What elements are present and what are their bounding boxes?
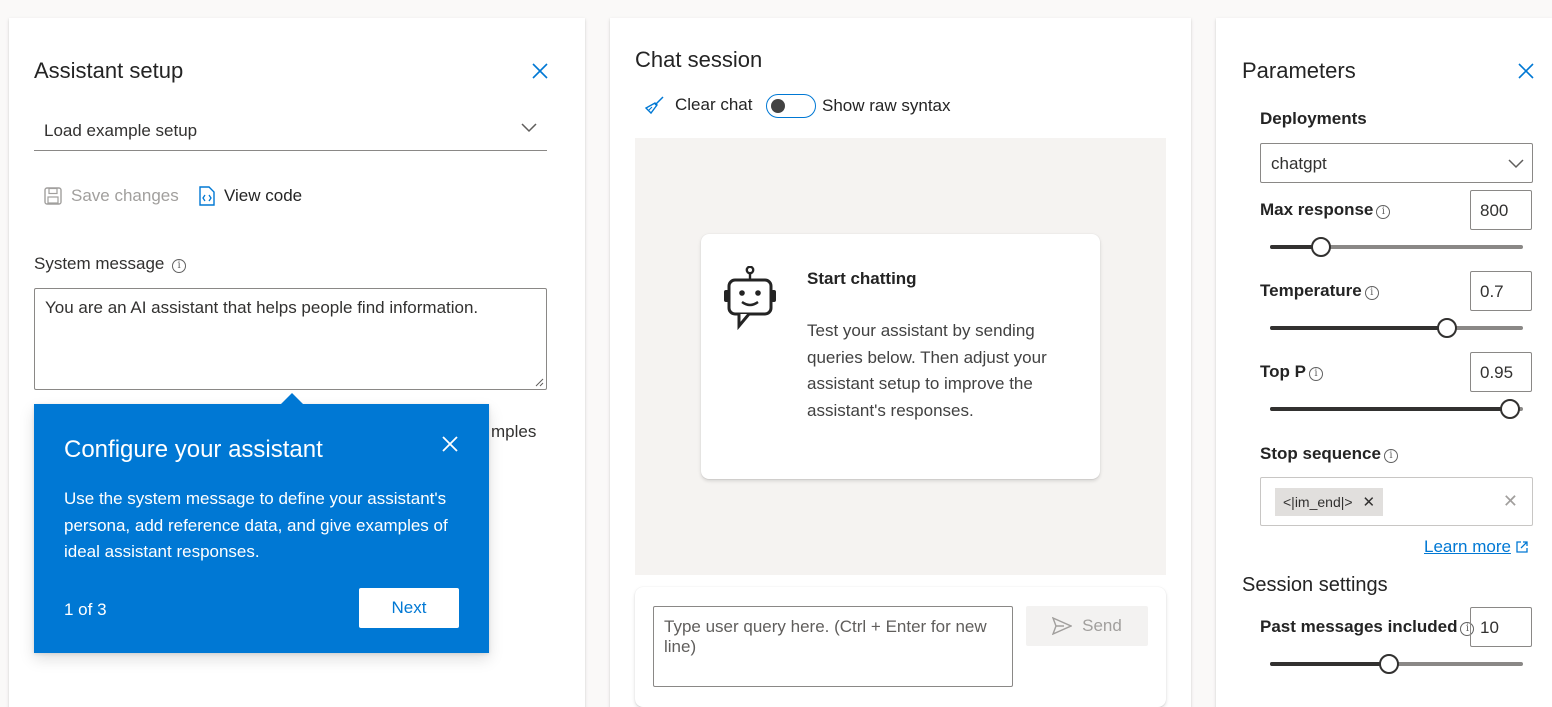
- max-response-slider[interactable]: [1270, 237, 1523, 257]
- toggle-switch[interactable]: [766, 94, 816, 118]
- send-button[interactable]: Send: [1026, 606, 1148, 646]
- close-icon[interactable]: [530, 61, 550, 81]
- slider-fill: [1270, 407, 1510, 411]
- callout-beak: [280, 393, 304, 405]
- callout-title: Configure your assistant: [64, 436, 323, 463]
- info-icon[interactable]: i: [1383, 449, 1398, 463]
- bot-icon: [724, 266, 776, 330]
- close-icon[interactable]: [440, 434, 460, 454]
- slider-thumb[interactable]: [1379, 654, 1399, 674]
- slider-fill: [1270, 326, 1447, 330]
- top-p-label-row: Top Pi: [1260, 362, 1323, 382]
- chevron-down-icon: [1508, 159, 1524, 169]
- send-label: Send: [1082, 616, 1122, 635]
- system-message-label: System message: [34, 254, 165, 273]
- slider-thumb[interactable]: [1500, 399, 1520, 419]
- deployment-value: chatgpt: [1271, 154, 1327, 173]
- clear-chat-label: Clear chat: [675, 95, 753, 114]
- start-chatting-body: Test your assistant by sending queries b…: [807, 321, 1047, 420]
- info-icon[interactable]: i: [172, 259, 187, 273]
- save-changes-label: Save changes: [71, 186, 179, 205]
- deployments-label: Deployments: [1260, 109, 1367, 128]
- info-icon[interactable]: i: [1364, 286, 1379, 300]
- stop-sequence-chip-label: <|im_end|>: [1283, 494, 1353, 510]
- view-code-label: View code: [224, 186, 303, 205]
- top-p-input[interactable]: 0.95: [1470, 352, 1532, 392]
- system-message-label-row: System message i: [34, 254, 187, 274]
- start-chatting-card: Start chatting Test your assistant by se…: [701, 234, 1100, 479]
- chat-session-panel: Chat session Clear chat Show raw syntax: [610, 18, 1191, 707]
- parameters-title: Parameters: [1242, 58, 1356, 83]
- load-example-dropdown[interactable]: Load example setup: [34, 106, 547, 151]
- top-p-label: Top P: [1260, 362, 1306, 381]
- chat-input-card: Type user query here. (Ctrl + Enter for …: [635, 587, 1166, 707]
- show-raw-syntax-label: Show raw syntax: [822, 96, 951, 115]
- chat-messages-area: Start chatting Test your assistant by se…: [635, 138, 1166, 575]
- deployments-dropdown[interactable]: chatgpt: [1260, 143, 1533, 183]
- temperature-slider[interactable]: [1270, 318, 1523, 338]
- past-messages-label: Past messages included: [1260, 617, 1458, 636]
- parameters-panel: Parameters Deployments chatgpt Max respo…: [1216, 18, 1552, 707]
- examples-text-partial: mples: [491, 422, 537, 441]
- stop-sequence-chip: <|im_end|> ✕: [1275, 488, 1384, 516]
- max-response-label: Max response: [1260, 200, 1374, 219]
- max-response-label-row: Max response i: [1260, 200, 1391, 220]
- learn-more-link[interactable]: Learn more: [1424, 537, 1529, 557]
- remove-chip-icon[interactable]: ✕: [1363, 493, 1376, 511]
- resize-grip-icon[interactable]: [534, 377, 544, 387]
- send-icon: [1052, 617, 1073, 635]
- temperature-label-row: Temperature i: [1260, 281, 1379, 301]
- top-p-slider[interactable]: [1270, 399, 1523, 419]
- view-code-button[interactable]: View code: [198, 186, 302, 206]
- save-icon: [44, 187, 62, 205]
- load-example-label: Load example setup: [44, 121, 198, 140]
- close-icon[interactable]: [1516, 61, 1536, 81]
- past-messages-slider[interactable]: [1270, 654, 1523, 674]
- slider-thumb[interactable]: [1311, 237, 1331, 257]
- past-messages-label-row: Past messages included i: [1260, 617, 1475, 637]
- callout-step-counter: 1 of 3: [64, 600, 107, 619]
- stop-sequence-label-row: Stop sequence i: [1260, 444, 1398, 464]
- learn-more-label: Learn more: [1424, 537, 1511, 556]
- system-message-value: You are an AI assistant that helps peopl…: [45, 298, 479, 317]
- stop-sequence-label: Stop sequence: [1260, 444, 1381, 463]
- slider-thumb[interactable]: [1437, 318, 1457, 338]
- past-messages-input[interactable]: 10: [1470, 607, 1532, 647]
- info-icon[interactable]: i: [1308, 367, 1323, 381]
- temperature-label: Temperature: [1260, 281, 1362, 300]
- toggle-knob: [771, 99, 785, 113]
- broom-icon: [644, 96, 664, 115]
- show-raw-syntax-toggle[interactable]: Show raw syntax: [766, 94, 951, 118]
- temperature-input[interactable]: 0.7: [1470, 271, 1532, 311]
- code-file-icon: [199, 186, 215, 206]
- max-response-input[interactable]: 800: [1470, 190, 1532, 230]
- system-message-textarea[interactable]: You are an AI assistant that helps peopl…: [34, 288, 547, 390]
- info-icon[interactable]: i: [1376, 205, 1391, 219]
- chat-session-title: Chat session: [635, 47, 763, 72]
- session-settings-heading: Session settings: [1242, 574, 1388, 596]
- teaching-callout: Configure your assistant Use the system …: [34, 393, 489, 653]
- assistant-setup-panel: Assistant setup Load example setup Save …: [9, 18, 585, 707]
- clear-all-icon[interactable]: ✕: [1503, 491, 1518, 512]
- user-query-input[interactable]: Type user query here. (Ctrl + Enter for …: [653, 606, 1013, 687]
- slider-fill: [1270, 662, 1389, 666]
- user-query-placeholder: Type user query here. (Ctrl + Enter for …: [664, 617, 987, 656]
- external-link-icon: [1516, 541, 1528, 553]
- stop-sequence-input[interactable]: <|im_end|> ✕ ✕: [1260, 477, 1533, 526]
- callout-body: Use the system message to define your as…: [64, 489, 448, 561]
- next-button[interactable]: Next: [359, 588, 459, 628]
- save-changes-button[interactable]: Save changes: [43, 186, 179, 206]
- start-chatting-title: Start chatting: [807, 269, 917, 288]
- clear-chat-button[interactable]: Clear chat: [644, 94, 752, 116]
- chevron-down-icon: [521, 123, 537, 133]
- assistant-setup-title: Assistant setup: [34, 58, 184, 83]
